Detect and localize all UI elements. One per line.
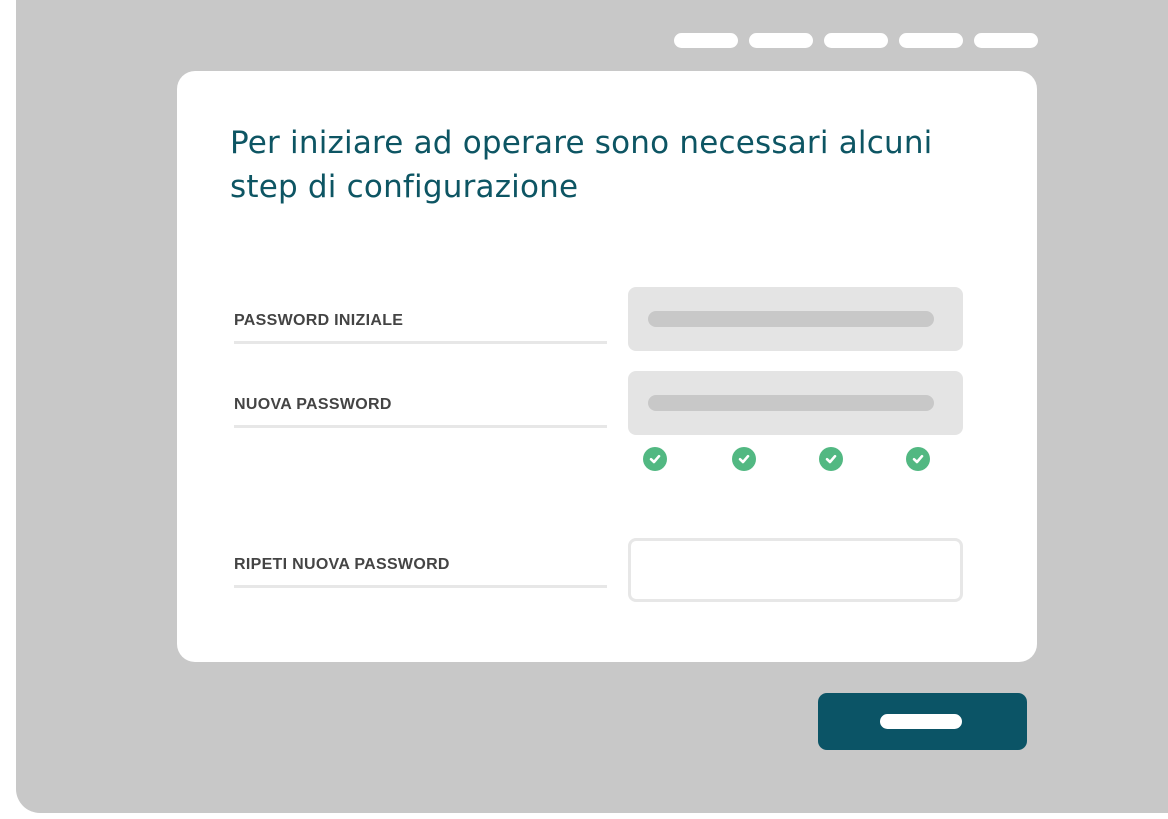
step-indicator-2 — [749, 33, 813, 48]
masked-value — [648, 395, 934, 411]
initial-password-input[interactable] — [628, 287, 963, 351]
repeat-password-label: RIPETI NUOVA PASSWORD — [234, 556, 607, 588]
button-label-placeholder — [880, 714, 962, 729]
check-circle-icon — [732, 447, 756, 471]
step-indicator-5 — [974, 33, 1038, 48]
check-circle-icon — [643, 447, 667, 471]
check-circle-icon — [819, 447, 843, 471]
step-progress — [674, 33, 1038, 48]
initial-password-label: PASSWORD INIZIALE — [234, 312, 607, 344]
setup-card: Per iniziare ad operare sono necessari a… — [177, 71, 1037, 662]
step-indicator-1 — [674, 33, 738, 48]
new-password-label: NUOVA PASSWORD — [234, 396, 607, 428]
step-indicator-4 — [899, 33, 963, 48]
masked-value — [648, 311, 934, 327]
next-button[interactable] — [818, 693, 1027, 750]
step-indicator-3 — [824, 33, 888, 48]
new-password-input[interactable] — [628, 371, 963, 435]
check-circle-icon — [906, 447, 930, 471]
repeat-password-input[interactable] — [628, 538, 963, 602]
page-title: Per iniziare ad operare sono necessari a… — [230, 125, 933, 205]
